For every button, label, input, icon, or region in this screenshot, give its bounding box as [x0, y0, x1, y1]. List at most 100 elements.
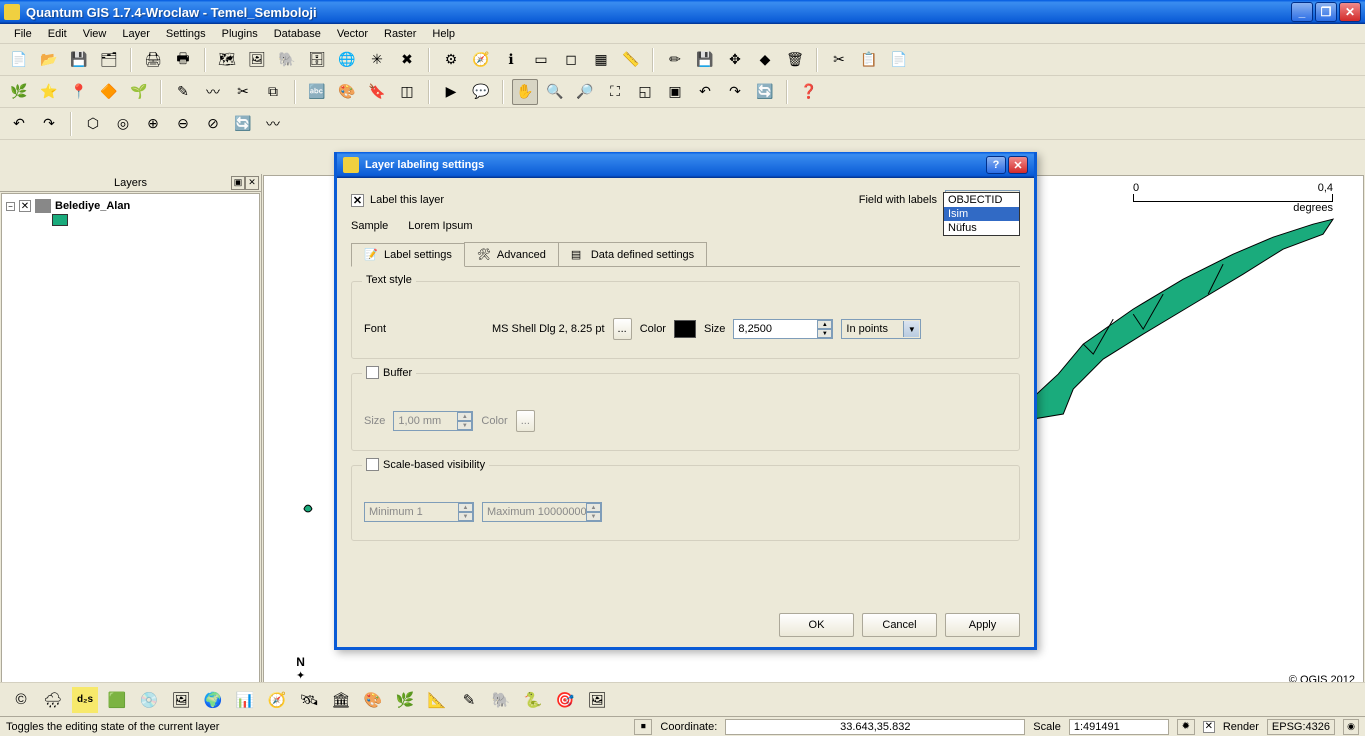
save-project-button[interactable]: 💾 — [66, 47, 92, 73]
delete-part-button[interactable]: ⊘ — [200, 111, 226, 137]
font-picker-button[interactable]: ... — [613, 318, 632, 340]
measure-button[interactable]: 📏 — [618, 47, 644, 73]
move-feature-button[interactable]: ✥ — [722, 47, 748, 73]
split-button[interactable]: ✂ — [230, 79, 256, 105]
field-option-nufus[interactable]: Nüfus — [944, 221, 1019, 235]
labeling-button[interactable]: 🔤 — [304, 79, 330, 105]
zoom-last-button[interactable]: ↶ — [692, 79, 718, 105]
add-ring-button[interactable]: ◎ — [110, 111, 136, 137]
dialog-close-button[interactable]: ✕ — [1008, 156, 1028, 174]
simplify-button[interactable]: ⬡ — [80, 111, 106, 137]
add-vector-button[interactable]: 🗺 — [214, 47, 240, 73]
plugin-btn-12[interactable]: 🎨 — [360, 687, 386, 713]
menu-file[interactable]: File — [6, 26, 40, 42]
run-feature-action-button[interactable]: ▶ — [438, 79, 464, 105]
size-spin-up[interactable]: ▲ — [817, 320, 832, 329]
plugin-btn-16[interactable]: 🐘 — [488, 687, 514, 713]
add-oracle-button[interactable]: 🔶 — [96, 79, 122, 105]
plugin-btn-17[interactable]: 🐍 — [520, 687, 546, 713]
zoom-out-button[interactable]: 🔎 — [572, 79, 598, 105]
digitize-tool-button[interactable]: ✎ — [170, 79, 196, 105]
new-project-button[interactable]: 📄 — [6, 47, 32, 73]
plugin-btn-14[interactable]: 📐 — [424, 687, 450, 713]
layers-tree[interactable]: − ✕ Belediye_Alan — [1, 193, 260, 693]
add-part-button[interactable]: ⊕ — [140, 111, 166, 137]
attribute-table-button[interactable]: ▦ — [588, 47, 614, 73]
bookmark-button[interactable]: 🔖 — [364, 79, 390, 105]
plugin-btn-9[interactable]: 🧭 — [264, 687, 290, 713]
menu-layer[interactable]: Layer — [114, 26, 158, 42]
layers-panel-undock-button[interactable]: ▣ — [231, 176, 245, 190]
layer-row[interactable]: − ✕ Belediye_Alan — [6, 198, 255, 214]
dialog-titlebar[interactable]: Layer labeling settings ? ✕ — [337, 152, 1034, 178]
add-postgis-button[interactable]: 🐘 — [274, 47, 300, 73]
copy-button[interactable]: 📋 — [856, 47, 882, 73]
render-checkbox[interactable]: ✕ — [1203, 721, 1215, 733]
layer-visibility-checkbox[interactable]: ✕ — [19, 200, 31, 212]
layers-panel-close-button[interactable]: ✕ — [245, 176, 259, 190]
plugin-btn-11[interactable]: 🏛 — [328, 687, 354, 713]
style-button[interactable]: 🎨 — [334, 79, 360, 105]
window-maximize-button[interactable]: ❐ — [1315, 2, 1337, 22]
plugin-btn-7[interactable]: 🌍 — [200, 687, 226, 713]
paste-button[interactable]: 📄 — [886, 47, 912, 73]
dialog-help-button[interactable]: ? — [986, 156, 1006, 174]
redo-button[interactable]: ↷ — [36, 111, 62, 137]
size-spin-down[interactable]: ▼ — [817, 329, 832, 338]
menu-raster[interactable]: Raster — [376, 26, 424, 42]
coordinate-input[interactable] — [725, 719, 1025, 735]
stop-render-button[interactable]: ⏹ — [634, 719, 652, 735]
delete-selected-button[interactable]: 🗑 — [782, 47, 808, 73]
add-delimited-button[interactable]: ⭐ — [36, 79, 62, 105]
add-wfs-button[interactable]: 🌿 — [6, 79, 32, 105]
projection-status-button[interactable]: ◉ — [1343, 719, 1359, 735]
identify-button[interactable]: ℹ — [498, 47, 524, 73]
zoom-full-button[interactable]: ⛶ — [602, 79, 628, 105]
reshape-button[interactable]: 〰 — [200, 79, 226, 105]
save-edits-button[interactable]: 💾 — [692, 47, 718, 73]
add-gps-button[interactable]: 📍 — [66, 79, 92, 105]
label-this-layer-checkbox[interactable]: ✕ — [351, 194, 364, 207]
zoom-layer-button[interactable]: ▣ — [662, 79, 688, 105]
buffer-checkbox[interactable] — [366, 366, 379, 379]
window-minimize-button[interactable]: _ — [1291, 2, 1313, 22]
tab-label-settings[interactable]: 📝 Label settings — [351, 243, 465, 267]
field-option-objectid[interactable]: OBJECTID — [944, 193, 1019, 207]
tab-advanced[interactable]: 🛠 Advanced — [464, 242, 559, 266]
map-tips-button[interactable]: 💬 — [468, 79, 494, 105]
node-tool-button[interactable]: ◆ — [752, 47, 778, 73]
open-project-button[interactable]: 📂 — [36, 47, 62, 73]
composer-manager-button[interactable]: 🖶 — [170, 47, 196, 73]
deselect-button[interactable]: ◻ — [558, 47, 584, 73]
add-raster-button[interactable]: 🖼 — [244, 47, 270, 73]
menu-edit[interactable]: Edit — [40, 26, 75, 42]
refresh-button[interactable]: 🔄 — [752, 79, 778, 105]
save-as-button[interactable]: 🗂 — [96, 47, 122, 73]
zoom-selection-button[interactable]: ◱ — [632, 79, 658, 105]
overview-button[interactable]: ◫ — [394, 79, 420, 105]
plugin-btn-4[interactable]: 🟩 — [104, 687, 130, 713]
plugin-btn-6[interactable]: 🖼 — [168, 687, 194, 713]
help-button[interactable]: ❓ — [796, 79, 822, 105]
plugin-btn-15[interactable]: ✎ — [456, 687, 482, 713]
plugin-btn-3[interactable]: d₂s — [72, 687, 98, 713]
cut-button[interactable]: ✂ — [826, 47, 852, 73]
plugin-btn-8[interactable]: 📊 — [232, 687, 258, 713]
layer-properties-button[interactable]: ⚙ — [438, 47, 464, 73]
add-wms-button[interactable]: 🌐 — [334, 47, 360, 73]
new-vector-button[interactable]: ✳ — [364, 47, 390, 73]
menu-settings[interactable]: Settings — [158, 26, 214, 42]
add-ogr-button[interactable]: 🌱 — [126, 79, 152, 105]
plugin-btn-5[interactable]: 💿 — [136, 687, 162, 713]
font-color-button[interactable] — [674, 320, 696, 338]
remove-layer-button[interactable]: ✖ — [394, 47, 420, 73]
scale-visibility-checkbox[interactable] — [366, 458, 379, 471]
zoom-in-button[interactable]: 🔍 — [542, 79, 568, 105]
field-option-isim[interactable]: Isim — [944, 207, 1019, 221]
plugin-btn-10[interactable]: 🛰 — [296, 687, 322, 713]
layer-crs-button[interactable]: 🧭 — [468, 47, 494, 73]
pan-button[interactable]: ✋ — [512, 79, 538, 105]
toggle-edit-button[interactable]: ✏ — [662, 47, 688, 73]
window-close-button[interactable]: ✕ — [1339, 2, 1361, 22]
undo-button[interactable]: ↶ — [6, 111, 32, 137]
